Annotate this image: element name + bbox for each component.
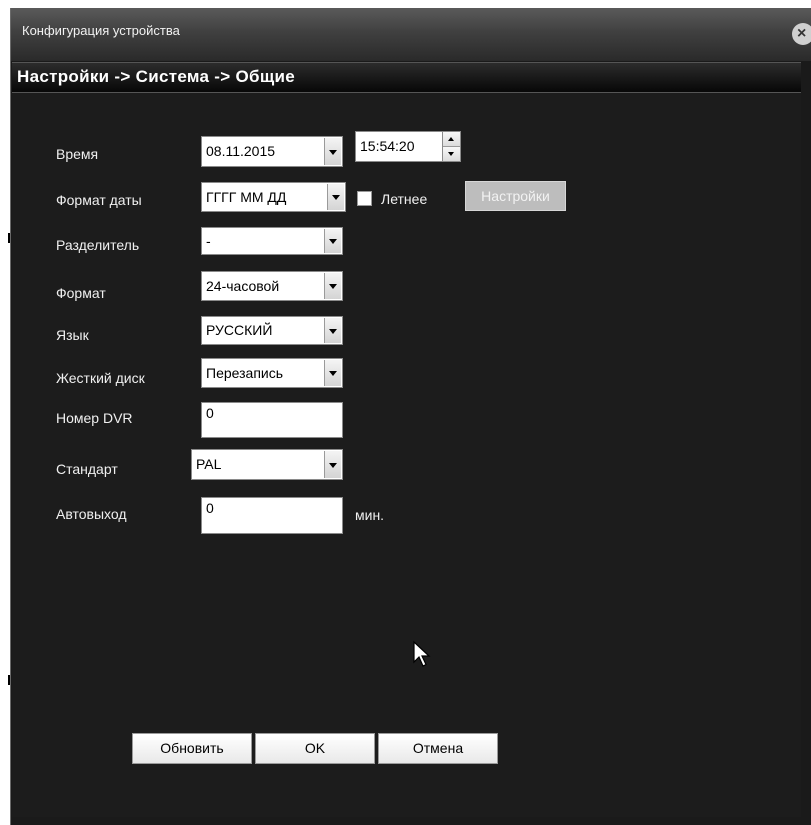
- time-format-value: 24-часовой: [206, 278, 280, 294]
- date-format-select[interactable]: ГГГГ ММ ДД: [201, 182, 346, 212]
- auto-logout-unit: мин.: [355, 507, 385, 523]
- dvr-number-input[interactable]: 0: [201, 402, 343, 438]
- hdd-value: Перезапись: [206, 365, 284, 381]
- separator-label: Разделитель: [56, 237, 140, 253]
- time-format-label: Формат: [56, 285, 106, 301]
- separator-value: -: [206, 233, 211, 249]
- spin-down-icon[interactable]: [443, 147, 460, 161]
- chevron-down-icon[interactable]: [324, 229, 341, 253]
- standard-label: Стандарт: [56, 461, 118, 477]
- time-value: 15:54:20: [360, 138, 415, 154]
- chevron-down-icon[interactable]: [327, 184, 344, 210]
- language-select[interactable]: РУССКИЙ: [201, 316, 343, 345]
- chevron-down-icon[interactable]: [324, 273, 341, 299]
- standard-value: PAL: [196, 456, 222, 472]
- spin-up-icon[interactable]: [443, 132, 460, 147]
- refresh-button[interactable]: Обновить: [132, 733, 252, 764]
- dvr-number-value: 0: [206, 405, 214, 421]
- chevron-down-icon[interactable]: [324, 138, 341, 165]
- dvr-number-label: Номер DVR: [56, 410, 133, 426]
- auto-logout-value: 0: [206, 500, 214, 516]
- dst-settings-button: Настройки: [465, 181, 566, 211]
- close-icon[interactable]: ×: [792, 23, 811, 45]
- standard-select[interactable]: PAL: [191, 449, 343, 480]
- time-input[interactable]: 15:54:20: [355, 131, 443, 162]
- window-title: Конфигурация устройства: [22, 23, 180, 38]
- date-format-value: ГГГГ ММ ДД: [206, 189, 287, 205]
- window-titlebar[interactable]: Конфигурация устройства ×: [11, 8, 811, 61]
- date-select[interactable]: 08.11.2015: [201, 136, 343, 167]
- chevron-down-icon[interactable]: [324, 360, 341, 386]
- dst-label: Летнее: [381, 191, 428, 207]
- time-format-select[interactable]: 24-часовой: [201, 271, 343, 301]
- date-format-label: Формат даты: [56, 192, 142, 208]
- chevron-down-icon[interactable]: [324, 451, 341, 478]
- time-label: Время: [56, 146, 99, 162]
- separator-select[interactable]: -: [201, 227, 343, 255]
- dst-checkbox[interactable]: [357, 191, 372, 206]
- language-label: Язык: [56, 327, 89, 343]
- auto-logout-label: Автовыход: [56, 506, 127, 522]
- auto-logout-input[interactable]: 0: [201, 497, 343, 534]
- breadcrumb-text: Настройки -> Система -> Общие: [17, 67, 295, 86]
- date-value: 08.11.2015: [206, 143, 276, 159]
- ok-button[interactable]: OK: [255, 733, 375, 764]
- chevron-down-icon[interactable]: [324, 318, 341, 343]
- language-value: РУССКИЙ: [206, 322, 273, 338]
- cancel-button[interactable]: Отмена: [378, 733, 498, 764]
- mouse-cursor-icon: [413, 640, 431, 667]
- breadcrumb: Настройки -> Система -> Общие: [12, 62, 801, 93]
- hdd-label: Жесткий диск: [56, 370, 145, 386]
- hdd-select[interactable]: Перезапись: [201, 358, 343, 388]
- time-spinner[interactable]: [442, 131, 461, 162]
